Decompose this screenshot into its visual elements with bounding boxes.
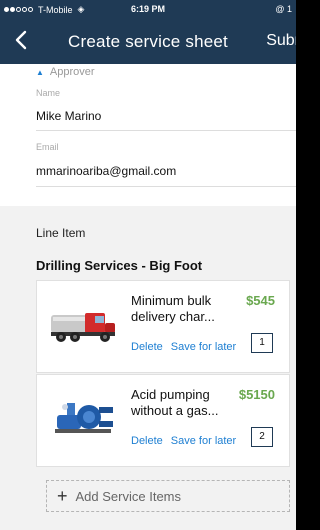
item-price: $545 bbox=[246, 293, 275, 308]
save-for-later-link[interactable]: Save for later bbox=[171, 341, 236, 353]
line-item-card[interactable]: Minimum bulk delivery char... $545 Delet… bbox=[36, 280, 290, 373]
group-title: Drilling Services - Big Foot bbox=[36, 258, 203, 273]
phone-screen: T-Mobile ◈ 6:19 PM @ 1 Create service sh… bbox=[0, 0, 296, 530]
item-actions: Delete Save for later bbox=[131, 435, 236, 447]
add-service-items-label: Add Service Items bbox=[75, 488, 182, 504]
save-for-later-link[interactable]: Save for later bbox=[171, 435, 236, 447]
plus-icon: + bbox=[57, 486, 68, 506]
email-field[interactable]: mmarinoariba@gmail.com bbox=[36, 164, 176, 178]
line-item-card[interactable]: Acid pumping without a gas... $5150 Dele… bbox=[36, 374, 290, 467]
approver-toggle[interactable]: ▲ Approver bbox=[36, 66, 95, 78]
submit-button[interactable]: Subm bbox=[266, 32, 296, 50]
line-item-heading: Line Item bbox=[36, 226, 86, 240]
quantity-field[interactable]: 2 bbox=[251, 427, 273, 447]
quantity-field[interactable]: 1 bbox=[251, 333, 273, 353]
email-divider bbox=[36, 186, 296, 187]
delete-link[interactable]: Delete bbox=[131, 341, 163, 353]
approver-form: ▲ Approver Name Mike Marino Email mmarin… bbox=[0, 64, 296, 206]
pump-icon bbox=[47, 393, 123, 441]
item-description: Minimum bulk delivery char... bbox=[131, 293, 215, 324]
item-actions: Delete Save for later bbox=[131, 341, 236, 353]
item-description: Acid pumping without a gas... bbox=[131, 387, 219, 418]
name-field[interactable]: Mike Marino bbox=[36, 109, 101, 123]
truck-icon bbox=[47, 299, 123, 347]
add-service-items-button[interactable]: + Add Service Items bbox=[46, 480, 290, 512]
delete-link[interactable]: Delete bbox=[131, 435, 163, 447]
email-label: Email bbox=[36, 142, 59, 152]
nav-bar: Create service sheet Subm bbox=[0, 22, 296, 62]
status-bar: T-Mobile ◈ 6:19 PM @ 1 bbox=[0, 0, 296, 20]
item-price: $5150 bbox=[238, 387, 275, 402]
status-right-icons: @ 1 bbox=[275, 4, 292, 14]
approver-label: Approver bbox=[49, 66, 95, 78]
name-divider bbox=[36, 130, 296, 131]
app-header: T-Mobile ◈ 6:19 PM @ 1 Create service sh… bbox=[0, 0, 296, 64]
status-time: 6:19 PM bbox=[130, 4, 165, 14]
page-title: Create service sheet bbox=[68, 32, 228, 51]
name-label: Name bbox=[36, 88, 61, 98]
caret-up-icon: ▲ bbox=[36, 67, 44, 77]
